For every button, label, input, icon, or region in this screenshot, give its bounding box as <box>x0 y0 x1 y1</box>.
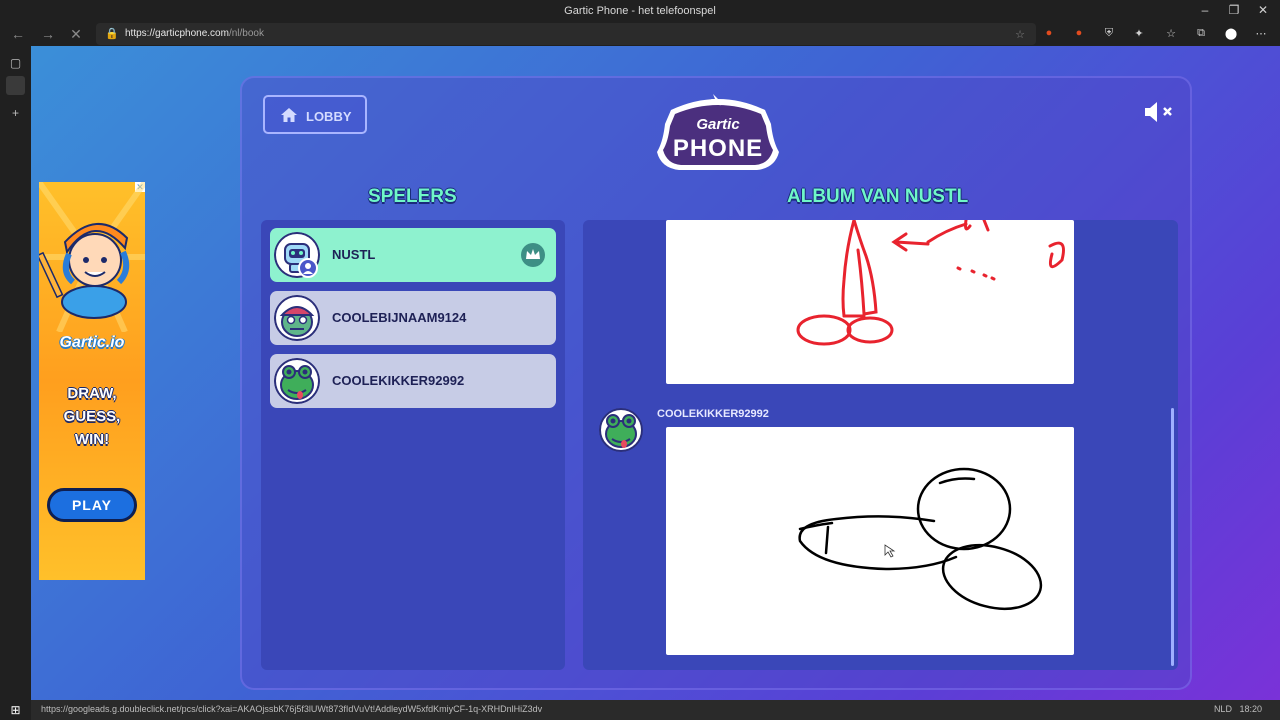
player-item: COOLEKIKKER92992 <box>270 354 556 408</box>
ad-banner[interactable]: ✕ Gartic.io DRAW, GUESS, WIN! PLAY <box>39 182 145 580</box>
clock-time: 18:20 <box>1239 704 1262 714</box>
host-user-badge-icon <box>298 258 318 278</box>
logo-text-top: Gartic <box>696 116 740 133</box>
album-author-avatar-icon <box>599 408 643 452</box>
players-heading: SPELERS <box>368 186 457 207</box>
gartic-phone-logo: Gartic PHONE <box>657 94 779 170</box>
stop-loading-icon[interactable]: ✕ <box>68 26 84 42</box>
album-scrollbar[interactable] <box>1171 408 1174 666</box>
window-title: Gartic Phone - het telefoonspel <box>564 5 716 17</box>
game-panel: LOBBY Gartic PHONE SPELERS ALBUM VAN NUS… <box>240 76 1192 690</box>
home-icon <box>281 108 297 122</box>
minimize-icon[interactable]: – <box>1198 3 1212 17</box>
shield-icon[interactable]: ⛨ <box>1102 27 1116 40</box>
player-item: COOLEBIJNAAM9124 <box>270 291 556 345</box>
forward-icon[interactable]: → <box>40 26 56 42</box>
album-heading: ALBUM VAN NUSTL <box>787 186 969 207</box>
window-titlebar: Gartic Phone - het telefoonspel – ❐ ✕ <box>0 0 1280 22</box>
ad-brand: Gartic.io <box>59 334 125 351</box>
players-list: NUSTL COOLEBIJNAAM9124 COOLEKIKKER92992 <box>261 220 565 670</box>
active-tab-item[interactable] <box>6 76 25 95</box>
album-view[interactable]: COOLEKIKKER92992 <box>583 220 1178 670</box>
collections-icon[interactable]: ⧉ <box>1194 27 1208 40</box>
ad-tagline: DRAW, GUESS, WIN! <box>63 385 121 448</box>
close-window-icon[interactable]: ✕ <box>1256 3 1270 17</box>
player-name: COOLEBIJNAAM9124 <box>332 310 467 325</box>
album-drawing-2 <box>666 427 1074 655</box>
zombie-avatar-icon <box>274 295 320 341</box>
player-name: NUSTL <box>332 247 376 262</box>
ad-character-image <box>39 182 145 332</box>
address-bar[interactable]: 🔒 https://garticphone.com/nl/book ☆ <box>96 23 1036 45</box>
settings-more-icon[interactable]: ⋯ <box>1254 27 1268 40</box>
profile-avatar-icon[interactable]: ⬤ <box>1224 27 1238 40</box>
windows-start-icon[interactable]: ⊞ <box>0 700 31 720</box>
ad-play-button[interactable]: PLAY <box>47 488 137 522</box>
favorite-add-icon[interactable]: ☆ <box>1013 28 1027 41</box>
back-icon[interactable]: ← <box>10 26 26 42</box>
new-tab-icon[interactable]: + <box>6 104 25 123</box>
status-bar: https://googleads.g.doubleclick.net/pcs/… <box>31 700 1280 720</box>
lobby-button[interactable]: LOBBY <box>263 95 367 134</box>
sound-muted-icon[interactable] <box>1145 101 1175 123</box>
tab-actions-icon[interactable]: ▢ <box>6 54 25 73</box>
player-item: NUSTL <box>270 228 556 282</box>
crown-icon <box>521 243 545 267</box>
extensions-puzzle-icon[interactable]: ✦ <box>1132 27 1146 40</box>
status-link-url: https://googleads.g.doubleclick.net/pcs/… <box>41 704 543 714</box>
sketch-figure-drawing <box>796 220 1065 346</box>
url-text: https://garticphone.com/nl/book <box>125 28 264 39</box>
frog-avatar-icon <box>274 358 320 404</box>
player-name: COOLEKIKKER92992 <box>332 373 465 388</box>
album-drawing-1 <box>666 220 1074 384</box>
browser-toolbar: ← → ✕ 🔒 https://garticphone.com/nl/book … <box>0 22 1280 46</box>
album-author-name: COOLEKIKKER92992 <box>657 408 769 420</box>
lobby-label: LOBBY <box>306 109 352 124</box>
maximize-icon[interactable]: ❐ <box>1227 3 1241 17</box>
page-content: ✕ Gartic.io DRAW, GUESS, WIN! PLAY LO <box>31 46 1280 700</box>
favorites-icon[interactable]: ☆ <box>1164 27 1178 40</box>
input-language: NLD <box>1213 704 1232 714</box>
lock-icon: 🔒 <box>105 28 119 40</box>
extension-2-icon[interactable]: ● <box>1072 27 1086 39</box>
extension-1-icon[interactable]: ● <box>1042 27 1056 39</box>
logo-text-bottom: PHONE <box>673 135 763 162</box>
vertical-tabs-sidebar: ▢ + <box>0 46 31 700</box>
system-tray: NLD 18:20 <box>1214 704 1262 714</box>
sketch-black-drawing <box>798 467 1043 610</box>
